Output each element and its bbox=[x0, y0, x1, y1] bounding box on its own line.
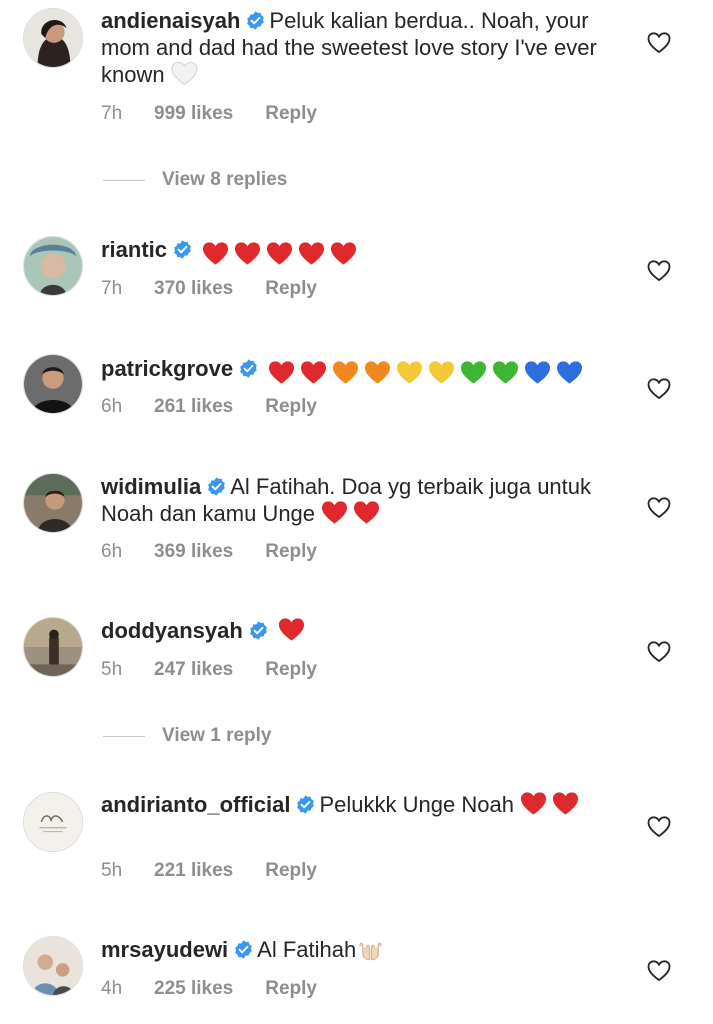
comment-body: widimulia Al Fatihah. Doa yg terbaik juga… bbox=[101, 473, 621, 527]
comment-meta: 6h 369 likes Reply bbox=[101, 541, 317, 563]
yellow-heart-icon bbox=[396, 360, 423, 386]
avatar[interactable] bbox=[23, 473, 83, 533]
verified-badge-icon bbox=[233, 939, 254, 960]
reply-button[interactable]: Reply bbox=[265, 541, 317, 563]
verified-badge-icon bbox=[172, 239, 193, 260]
avatar[interactable] bbox=[23, 8, 83, 68]
avatar[interactable] bbox=[23, 236, 83, 296]
reply-button[interactable]: Reply bbox=[265, 103, 317, 125]
divider bbox=[103, 735, 145, 737]
comment-meta: 6h 261 likes Reply bbox=[101, 396, 317, 418]
comment-text: Pelukkk Unge Noah bbox=[319, 792, 514, 817]
heart-outline-icon[interactable] bbox=[647, 377, 671, 401]
red-heart-icon bbox=[353, 500, 380, 526]
comment-body: andirianto_official Pelukkk Unge Noah bbox=[101, 791, 621, 818]
blue-heart-icon bbox=[524, 360, 551, 386]
timestamp: 5h bbox=[101, 860, 123, 881]
comment-body: riantic bbox=[101, 236, 621, 268]
username[interactable]: doddyansyah bbox=[101, 618, 243, 643]
comment-meta: 5h 247 likes Reply bbox=[101, 659, 317, 681]
reply-button[interactable]: Reply bbox=[265, 396, 317, 418]
red-heart-icon bbox=[321, 500, 348, 526]
blue-heart-icon bbox=[556, 360, 583, 386]
red-heart-icon bbox=[266, 241, 293, 267]
emoji-row bbox=[268, 360, 588, 387]
verified-badge-icon bbox=[245, 10, 266, 31]
verified-badge-icon bbox=[248, 620, 269, 641]
timestamp: 4h bbox=[101, 978, 123, 999]
likes-count[interactable]: 370 likes bbox=[154, 278, 233, 300]
verified-badge-icon bbox=[206, 476, 227, 497]
orange-heart-icon bbox=[332, 360, 359, 386]
comment-meta: 7h 370 likes Reply bbox=[101, 278, 317, 300]
timestamp: 6h bbox=[101, 541, 123, 562]
likes-count[interactable]: 221 likes bbox=[154, 860, 233, 882]
divider bbox=[103, 179, 145, 181]
heart-outline-icon[interactable] bbox=[647, 496, 671, 520]
avatar[interactable] bbox=[23, 792, 83, 852]
yellow-heart-icon bbox=[428, 360, 455, 386]
reply-button[interactable]: Reply bbox=[265, 278, 317, 300]
timestamp: 5h bbox=[101, 659, 123, 680]
comment-body: doddyansyah bbox=[101, 617, 621, 644]
red-heart-icon bbox=[234, 241, 261, 267]
comment-meta: 5h 221 likes Reply bbox=[101, 860, 317, 882]
heart-outline-icon[interactable] bbox=[647, 259, 671, 283]
red-heart-icon bbox=[202, 241, 229, 267]
username[interactable]: andirianto_official bbox=[101, 792, 290, 817]
likes-count[interactable]: 225 likes bbox=[154, 978, 233, 1000]
palms-up-together-icon bbox=[357, 936, 384, 962]
reply-button[interactable]: Reply bbox=[265, 860, 317, 882]
comment-body: mrsayudewi Al Fatihah bbox=[101, 936, 621, 963]
avatar[interactable] bbox=[23, 354, 83, 414]
avatar[interactable] bbox=[23, 936, 83, 996]
orange-heart-icon bbox=[364, 360, 391, 386]
verified-badge-icon bbox=[238, 358, 259, 379]
view-replies-button[interactable]: View 1 reply bbox=[103, 725, 272, 747]
red-heart-icon bbox=[520, 791, 547, 817]
red-heart-icon bbox=[300, 360, 327, 386]
view-replies-button[interactable]: View 8 replies bbox=[103, 169, 287, 191]
timestamp: 7h bbox=[101, 103, 123, 124]
likes-count[interactable]: 369 likes bbox=[154, 541, 233, 563]
heart-outline-icon[interactable] bbox=[647, 959, 671, 983]
comment-body: patrickgrove bbox=[101, 355, 621, 387]
comment-meta: 7h 999 likes Reply bbox=[101, 103, 317, 125]
verified-badge-icon bbox=[295, 794, 316, 815]
red-heart-icon bbox=[330, 241, 357, 267]
timestamp: 7h bbox=[101, 278, 123, 299]
view-replies-label: View 1 reply bbox=[162, 725, 272, 746]
red-heart-icon bbox=[268, 360, 295, 386]
avatar[interactable] bbox=[23, 617, 83, 677]
red-heart-icon bbox=[298, 241, 325, 267]
reply-button[interactable]: Reply bbox=[265, 659, 317, 681]
likes-count[interactable]: 261 likes bbox=[154, 396, 233, 418]
username[interactable]: widimulia bbox=[101, 474, 201, 499]
comment-body: andienaisyah Peluk kalian berdua.. Noah, … bbox=[101, 7, 621, 88]
username[interactable]: andienaisyah bbox=[101, 8, 240, 33]
heart-outline-icon[interactable] bbox=[647, 640, 671, 664]
green-heart-icon bbox=[492, 360, 519, 386]
heart-outline-icon[interactable] bbox=[647, 815, 671, 839]
green-heart-icon bbox=[460, 360, 487, 386]
username[interactable]: riantic bbox=[101, 237, 167, 262]
heart-outline-icon[interactable] bbox=[647, 31, 671, 55]
username[interactable]: mrsayudewi bbox=[101, 937, 228, 962]
red-heart-icon bbox=[278, 617, 305, 643]
view-replies-label: View 8 replies bbox=[162, 169, 288, 190]
comment-text: Al Fatihah bbox=[257, 937, 357, 962]
red-heart-icon bbox=[552, 791, 579, 817]
comment-meta: 4h 225 likes Reply bbox=[101, 978, 317, 1000]
reply-button[interactable]: Reply bbox=[265, 978, 317, 1000]
likes-count[interactable]: 247 likes bbox=[154, 659, 233, 681]
likes-count[interactable]: 999 likes bbox=[154, 103, 233, 125]
username[interactable]: patrickgrove bbox=[101, 356, 233, 381]
white-heart-icon bbox=[171, 61, 198, 87]
timestamp: 6h bbox=[101, 396, 123, 417]
emoji-row bbox=[202, 241, 362, 268]
